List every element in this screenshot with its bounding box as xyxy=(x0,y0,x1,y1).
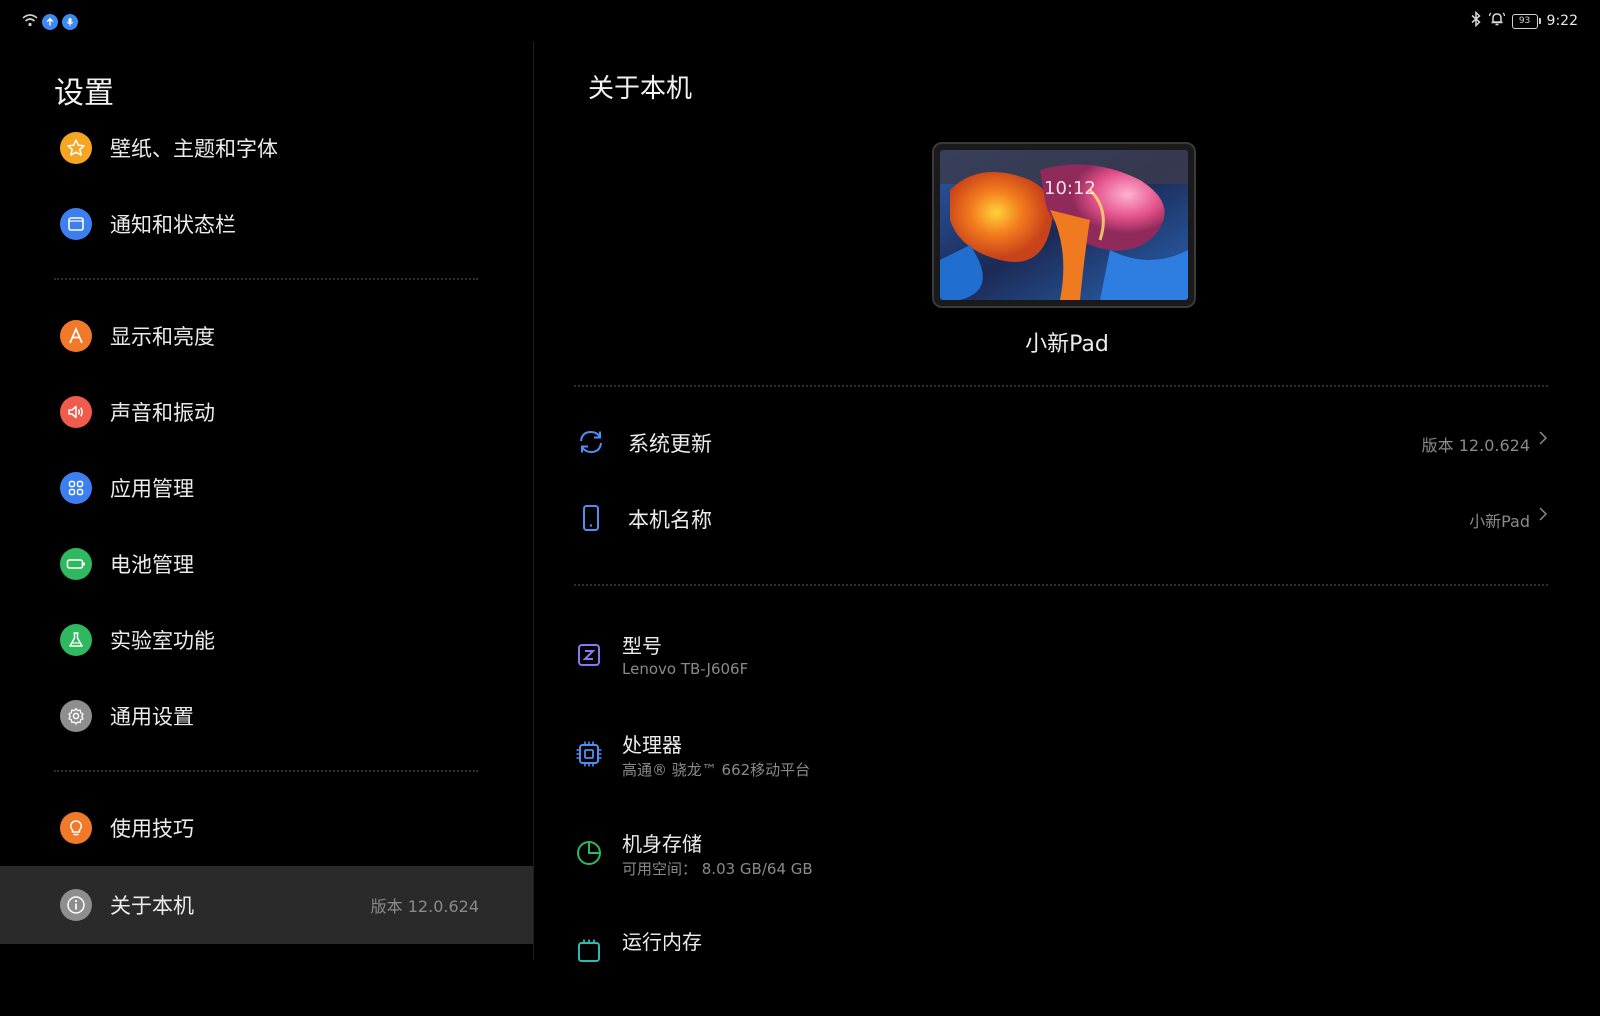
battery-icon: 93 xyxy=(1511,13,1541,29)
info-value: Lenovo TB-J606F xyxy=(622,660,749,678)
sidebar-item-label: 应用管理 xyxy=(110,477,194,501)
info-title: 运行内存 xyxy=(622,930,702,954)
sidebar-item-label: 实验室功能 xyxy=(110,629,215,653)
chip-icon xyxy=(574,739,604,769)
sidebar-divider xyxy=(54,278,478,280)
system-update-row[interactable]: 系统更新 版本 12.0.624 xyxy=(574,404,1548,480)
display-brightness-icon xyxy=(60,320,92,352)
status-right: 93 9:22 xyxy=(1470,10,1578,31)
device-image: 10:12 xyxy=(932,142,1196,308)
settings-sidebar: 设置 壁纸、主题和字体 通知和状态栏 显示和亮度 声音和振动 应用管理 电池管理… xyxy=(0,42,533,960)
page-title: 关于本机 xyxy=(588,74,693,104)
device-name-row[interactable]: 本机名称 小新Pad xyxy=(574,480,1548,556)
row-label: 本机名称 xyxy=(628,508,712,532)
sidebar-title: 设置 xyxy=(54,76,114,111)
device-name: 小新Pad xyxy=(1025,332,1109,357)
sidebar-item-wallpaper-theme-font[interactable]: 壁纸、主题和字体 xyxy=(0,110,533,186)
sidebar-item-tips[interactable]: 使用技巧 xyxy=(0,790,533,866)
sidebar-item-label: 关于本机 xyxy=(110,894,194,918)
chevron-right-icon xyxy=(1538,430,1548,450)
chevron-right-icon xyxy=(1538,506,1548,526)
gear-icon xyxy=(60,700,92,732)
info-value: 高通® 骁龙™ 662移动平台 xyxy=(622,761,811,779)
status-left xyxy=(22,12,78,31)
info-value: 可用空间： 8.03 GB/64 GB xyxy=(622,860,813,878)
refresh-icon xyxy=(574,425,608,459)
status-bar: 93 9:22 xyxy=(0,0,1600,42)
notification-panel-icon xyxy=(60,208,92,240)
about-device-pane: 关于本机 10:12 小新Pad 系统更新 版本 12.0.624 本机名称 小… xyxy=(534,42,1600,962)
sidebar-item-label: 通用设置 xyxy=(110,705,194,729)
sidebar-item-about-device[interactable]: 关于本机 版本 12.0.624 xyxy=(0,866,533,944)
device-wallpaper: 10:12 xyxy=(940,150,1188,300)
sidebar-item-label: 显示和亮度 xyxy=(110,325,215,349)
device-preview-clock: 10:12 xyxy=(1044,178,1096,199)
model-icon xyxy=(574,640,604,670)
sidebar-item-label: 声音和振动 xyxy=(110,401,215,425)
section-divider xyxy=(574,584,1548,586)
bell-icon xyxy=(1488,11,1506,31)
sidebar-item-app-management[interactable]: 应用管理 xyxy=(0,450,533,526)
info-title: 型号 xyxy=(622,634,662,658)
tablet-icon xyxy=(574,501,608,535)
sidebar-item-general-settings[interactable]: 通用设置 xyxy=(0,678,533,754)
row-label: 系统更新 xyxy=(628,432,712,456)
bulb-icon xyxy=(60,812,92,844)
section-divider xyxy=(574,385,1548,387)
wifi-icon xyxy=(22,12,38,31)
battery-level: 93 xyxy=(1511,13,1538,29)
memory-info: 运行内存 xyxy=(574,926,1548,1016)
sidebar-item-battery-management[interactable]: 电池管理 xyxy=(0,526,533,602)
sidebar-item-label: 壁纸、主题和字体 xyxy=(110,137,278,161)
clock: 9:22 xyxy=(1546,13,1578,29)
memory-icon xyxy=(574,936,604,966)
apps-grid-icon xyxy=(60,472,92,504)
info-title: 处理器 xyxy=(622,733,682,757)
sidebar-item-version: 版本 12.0.624 xyxy=(370,897,479,916)
info-title: 机身存储 xyxy=(622,832,702,856)
storage-pie-icon xyxy=(574,838,604,868)
sidebar-item-notifications-statusbar[interactable]: 通知和状态栏 xyxy=(0,186,533,262)
sidebar-divider xyxy=(54,770,478,772)
processor-info: 处理器 高通® 骁龙™ 662移动平台 xyxy=(574,729,1548,819)
sidebar-item-lab-features[interactable]: 实验室功能 xyxy=(0,602,533,678)
mic-icon xyxy=(62,13,78,30)
speaker-icon xyxy=(60,396,92,428)
sidebar-item-sound-vibration[interactable]: 声音和振动 xyxy=(0,374,533,450)
row-value: 版本 12.0.624 xyxy=(1421,436,1530,455)
flask-icon xyxy=(60,624,92,656)
upload-icon xyxy=(42,13,58,30)
sidebar-item-label: 通知和状态栏 xyxy=(110,213,236,237)
sidebar-item-display-brightness[interactable]: 显示和亮度 xyxy=(0,298,533,374)
storage-info: 机身存储 可用空间： 8.03 GB/64 GB xyxy=(574,828,1548,918)
row-value: 小新Pad xyxy=(1469,512,1530,531)
info-icon xyxy=(60,889,92,921)
sidebar-item-label: 电池管理 xyxy=(110,553,194,577)
sidebar-item-label: 使用技巧 xyxy=(110,817,194,841)
model-info: 型号 Lenovo TB-J606F xyxy=(574,630,1548,720)
bluetooth-icon xyxy=(1470,10,1482,31)
star-icon xyxy=(60,132,92,164)
battery-icon xyxy=(60,548,92,580)
